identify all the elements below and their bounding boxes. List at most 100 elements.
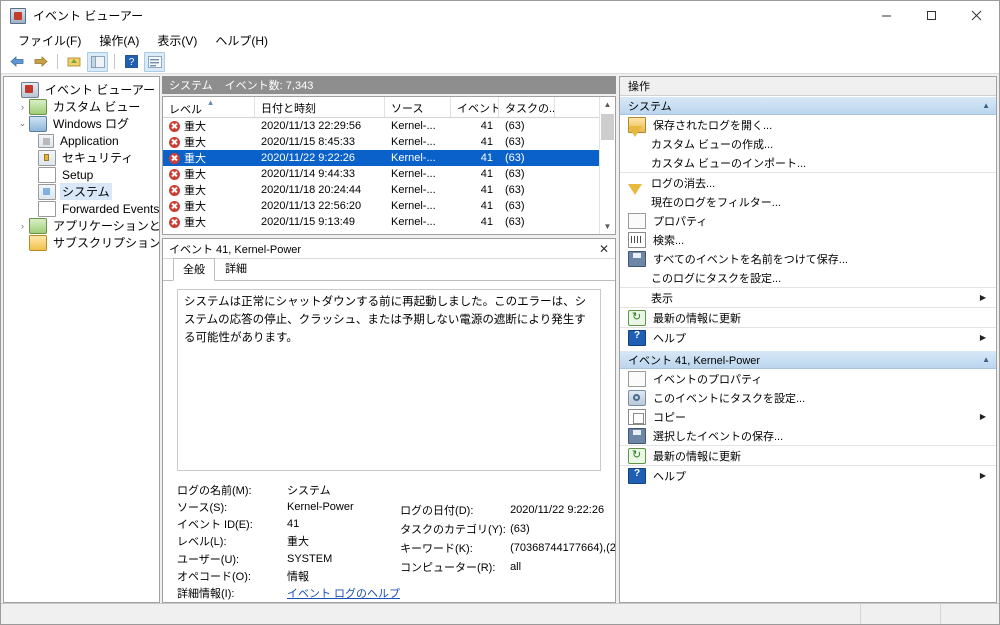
tab-general[interactable]: 全般 xyxy=(173,258,215,281)
cell-task: (63) xyxy=(505,216,525,228)
action-find[interactable]: 検索... xyxy=(620,230,996,249)
minimize-button[interactable] xyxy=(864,1,909,30)
log-security-icon xyxy=(38,149,56,166)
action-refresh-event[interactable]: 最新の情報に更新 xyxy=(620,446,996,465)
tree-node-subscriptions[interactable]: サブスクリプション xyxy=(4,234,159,251)
action-import-custom-view[interactable]: カスタム ビューのインポート... xyxy=(620,153,996,172)
list-event-count: イベント数: 7,343 xyxy=(224,80,314,92)
level-text: 重大 xyxy=(184,137,206,149)
tree-node-event-viewer-local[interactable]: イベント ビューアー (ローカル) xyxy=(4,81,159,98)
tree-node-label: セキュリティ xyxy=(62,151,134,165)
detail-close-button[interactable]: ✕ xyxy=(599,243,609,255)
tree-node-security[interactable]: セキュリティ xyxy=(4,149,159,166)
menu-help[interactable]: ヘルプ(H) xyxy=(206,30,277,51)
list-log-name: システム xyxy=(169,80,213,92)
event-log-help-link[interactable]: イベント ログのヘルプ xyxy=(287,585,400,601)
cell-source: Kernel-... xyxy=(391,152,436,164)
table-row[interactable]: 重大 2020/11/15 9:13:49 Kernel-... 41 (63) xyxy=(163,214,599,230)
field-label: キーワード(K): xyxy=(400,542,473,555)
chevron-up-icon[interactable]: ▲ xyxy=(982,355,990,364)
chevron-up-icon[interactable]: ▲ xyxy=(982,101,990,110)
actions-group-system[interactable]: システム ▲ xyxy=(620,96,996,115)
column-header-date-time[interactable]: 日付と時刻 xyxy=(255,97,385,117)
table-row[interactable]: 重大 2020/11/13 22:56:20 Kernel-... 41 (63… xyxy=(163,198,599,214)
help-icon[interactable]: ? xyxy=(121,52,142,72)
field-value: (70368744177664),(2) xyxy=(510,541,616,554)
twisty[interactable]: › xyxy=(16,221,29,231)
tree-node-windows-logs[interactable]: ⌄ Windows ログ xyxy=(4,115,159,132)
scroll-down-icon[interactable]: ▼ xyxy=(600,219,615,234)
twisty[interactable]: › xyxy=(16,102,29,112)
action-create-custom-view[interactable]: カスタム ビューの作成... xyxy=(620,125,996,153)
event-fields: ログの名前(M): システム ソース(S): Kernel-Power イベント… xyxy=(177,481,615,602)
action-refresh[interactable]: 最新の情報に更新 xyxy=(620,308,996,327)
action-attach-task-to-log[interactable]: このログにタスクを設定... xyxy=(620,268,996,287)
critical-icon xyxy=(169,200,180,212)
help-icon xyxy=(628,329,646,346)
up-folder-icon[interactable] xyxy=(64,52,85,72)
action-help-event[interactable]: ヘルプ ▶ xyxy=(620,466,996,485)
tree-node-setup[interactable]: Setup xyxy=(4,166,159,183)
action-properties[interactable]: プロパティ xyxy=(620,211,996,230)
column-header-task-category[interactable]: タスクの... xyxy=(499,97,555,117)
action-open-saved-log[interactable]: 保存されたログを開く... xyxy=(620,115,996,134)
actions-group-event[interactable]: イベント 41, Kernel-Power ▲ xyxy=(620,350,996,369)
detail-tabs: 全般 詳細 xyxy=(163,257,615,281)
table-row[interactable]: 重大 2020/11/13 22:29:56 Kernel-... 41 (63… xyxy=(163,118,599,134)
action-help[interactable]: ヘルプ ▶ xyxy=(620,328,996,347)
save-icon xyxy=(628,427,646,444)
action-attach-task-to-event[interactable]: このイベントにタスクを設定... xyxy=(620,388,996,407)
tree-node-label: アプリケーションとサービス ログ xyxy=(53,219,160,233)
properties-icon[interactable] xyxy=(144,51,165,72)
tree-node-application[interactable]: Application xyxy=(4,132,159,149)
link-text[interactable]: イベント ログのヘルプ xyxy=(287,588,400,600)
menu-action[interactable]: 操作(A) xyxy=(90,30,148,51)
log-system-icon xyxy=(38,183,56,200)
table-row[interactable]: 重大 2020/11/14 9:44:33 Kernel-... 41 (63) xyxy=(163,166,599,182)
scroll-up-icon[interactable]: ▲ xyxy=(600,97,615,112)
action-label: 検索... xyxy=(653,234,685,247)
column-header-event-id[interactable]: イベント ... xyxy=(451,97,499,117)
field-value: 2020/11/22 9:22:26 xyxy=(510,503,605,516)
list-vertical-scrollbar[interactable]: ▲ ▼ xyxy=(599,97,615,234)
tree-node-applications-and-services-logs[interactable]: › アプリケーションとサービス ログ xyxy=(4,217,159,234)
action-event-properties[interactable]: イベントのプロパティ xyxy=(620,369,996,388)
forward-arrow-icon[interactable] xyxy=(30,52,51,72)
cell-task: (63) xyxy=(505,136,525,148)
console-tree[interactable]: イベント ビューアー (ローカル) › カスタム ビュー ⌄ Windows ロ… xyxy=(3,76,160,603)
cell-level: 重大 xyxy=(163,166,255,182)
tree-node-custom-views[interactable]: › カスタム ビュー xyxy=(4,98,159,115)
field-label: ログの日付(D): xyxy=(400,504,474,517)
column-header-source[interactable]: ソース xyxy=(385,97,451,117)
maximize-button[interactable] xyxy=(909,1,954,30)
event-list[interactable]: レベル ▲ 日付と時刻 ソース イベント ... タスクの... xyxy=(162,96,616,235)
scrollbar-track[interactable] xyxy=(600,112,615,219)
show-hide-tree-icon[interactable] xyxy=(87,51,108,72)
table-row-selected[interactable]: 重大 2020/11/22 9:22:26 Kernel-... 41 (63) xyxy=(163,150,599,166)
cell-source: Kernel-... xyxy=(391,184,436,196)
action-save-selected-events[interactable]: 選択したイベントの保存... xyxy=(620,426,996,445)
cell-task: (63) xyxy=(505,120,525,132)
tree-node-forwarded-events[interactable]: Forwarded Events xyxy=(4,200,159,217)
table-row[interactable]: 重大 2020/11/15 8:45:33 Kernel-... 41 (63) xyxy=(163,134,599,150)
submenu-arrow-icon: ▶ xyxy=(979,333,986,342)
table-row[interactable]: 重大 2020/11/18 20:24:44 Kernel-... 41 (63… xyxy=(163,182,599,198)
action-filter-current-log[interactable]: 現在のログをフィルター... xyxy=(620,183,996,211)
column-header-level[interactable]: レベル ▲ xyxy=(163,97,255,117)
menu-view[interactable]: 表示(V) xyxy=(148,30,206,51)
scrollbar-thumb[interactable] xyxy=(601,114,614,140)
action-copy[interactable]: コピー ▶ xyxy=(620,407,996,426)
action-view[interactable]: 表示 ▶ xyxy=(620,288,996,307)
action-save-all-events-as[interactable]: すべてのイベントを名前をつけて保存... xyxy=(620,249,996,268)
tab-details[interactable]: 詳細 xyxy=(215,257,257,280)
back-arrow-icon[interactable] xyxy=(7,52,28,72)
twisty[interactable]: ⌄ xyxy=(16,118,29,129)
status-segment-main xyxy=(1,604,861,624)
close-button[interactable] xyxy=(954,1,999,30)
status-bar xyxy=(1,603,999,624)
menu-file[interactable]: ファイル(F) xyxy=(9,30,90,51)
cell-level: 重大 xyxy=(163,198,255,214)
action-clear-log[interactable]: ログの消去... xyxy=(620,173,996,192)
tree-node-system[interactable]: システム xyxy=(4,183,159,200)
column-header-label: レベル xyxy=(169,103,202,116)
